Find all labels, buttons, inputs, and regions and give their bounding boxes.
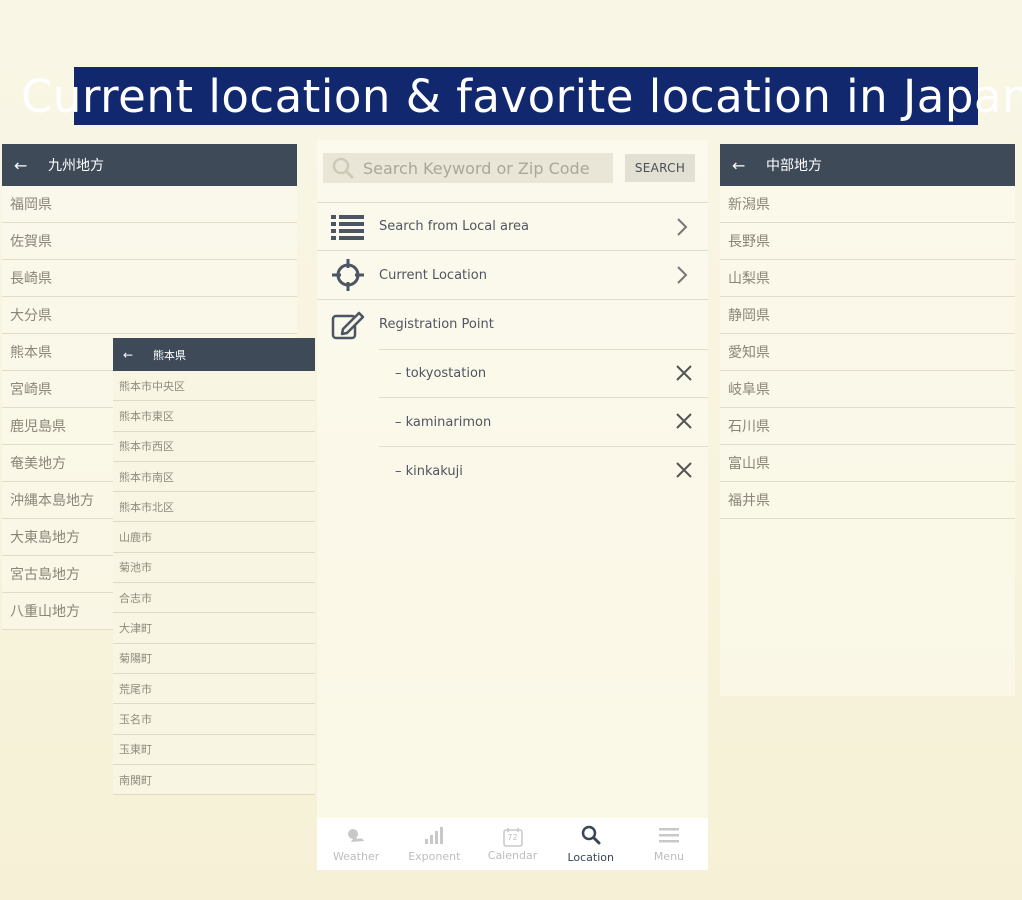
tab-weather-label: Weather	[332, 849, 380, 863]
registered-point-label: – kinkakuji	[395, 464, 463, 479]
registered-point-label: – kaminarimon	[395, 414, 492, 430]
list-item[interactable]: 福岡県	[2, 186, 297, 223]
list-item[interactable]: 熊本市北区	[113, 492, 315, 523]
list-item[interactable]: 長崎県	[2, 260, 297, 297]
kumamoto-title: 熊本県	[153, 348, 186, 362]
list-item[interactable]: 石川県	[720, 408, 1015, 445]
list-item[interactable]: 熊本市西区	[113, 432, 315, 462]
list-item[interactable]: 福井県	[720, 482, 1015, 519]
list-item[interactable]: 玉東町	[113, 735, 315, 765]
tab-exponent-label: Exponent	[408, 849, 461, 863]
back-arrow-icon[interactable]: ←	[14, 156, 48, 175]
list-item[interactable]: 菊陽町	[113, 644, 315, 674]
list-item[interactable]: 荒尾市	[113, 674, 315, 705]
list-item[interactable]: 山梨県	[720, 260, 1015, 297]
page-title: Current location & favorite location in …	[21, 69, 1022, 123]
chubu-region-panel: ← 中部地方 新潟県 長野県 山梨県 静岡県 愛知県 岐阜県 石川県 富山県 福…	[720, 144, 1015, 696]
list-item[interactable]: 大分県	[2, 297, 297, 334]
search-button[interactable]: SEARCH	[625, 154, 695, 182]
list-item[interactable]: 山鹿市	[113, 522, 315, 553]
kyushu-app-bar: ← 九州地方	[2, 144, 297, 186]
registered-point-item[interactable]: – kaminarimon	[379, 398, 708, 447]
search-bar: SEARCH	[323, 152, 703, 184]
chevron-right-icon	[676, 265, 688, 289]
tab-menu[interactable]: Menu	[630, 818, 708, 870]
list-item[interactable]: 玉名市	[113, 704, 315, 735]
kyushu-title: 九州地方	[48, 158, 104, 174]
search-icon	[323, 157, 363, 179]
list-item[interactable]: 熊本市南区	[113, 462, 315, 493]
list-item[interactable]: 長野県	[720, 223, 1015, 260]
bottom-tab-bar: Weather Exponent 72 Calendar Location Me…	[317, 818, 708, 870]
prefecture-list: 新潟県 長野県 山梨県 静岡県 愛知県 岐阜県 石川県 富山県 福井県	[720, 186, 1015, 519]
registration-point-item[interactable]: Registration Point	[317, 300, 708, 349]
close-icon[interactable]	[675, 461, 693, 483]
list-item[interactable]: 佐賀県	[2, 223, 297, 260]
tab-weather[interactable]: Weather	[317, 818, 395, 870]
list-item[interactable]: 熊本市東区	[113, 401, 315, 432]
list-item[interactable]: 熊本市中央区	[113, 371, 315, 402]
bar-chart-icon	[423, 826, 445, 848]
chevron-right-icon	[676, 217, 688, 241]
tab-location-label: Location	[567, 850, 614, 864]
list-item[interactable]: 岐阜県	[720, 371, 1015, 408]
list-item[interactable]: 菊池市	[113, 553, 315, 584]
close-icon[interactable]	[675, 412, 693, 434]
registration-point-label: Registration Point	[379, 317, 494, 332]
list-item[interactable]: 新潟県	[720, 186, 1015, 223]
hamburger-icon	[658, 826, 680, 848]
weather-icon	[345, 826, 367, 848]
list-item[interactable]: 静岡県	[720, 297, 1015, 334]
edit-icon	[317, 310, 379, 340]
search-field	[323, 153, 613, 183]
registered-point-item[interactable]: – kinkakuji	[379, 447, 708, 496]
page-title-banner: Current location & favorite location in …	[21, 67, 1022, 125]
chubu-app-bar: ← 中部地方	[720, 144, 1015, 186]
crosshair-icon	[317, 258, 379, 292]
tab-calendar-label: Calendar	[487, 848, 538, 862]
back-arrow-icon[interactable]: ←	[732, 156, 766, 175]
list-icon	[317, 213, 379, 241]
tab-location[interactable]: Location	[552, 818, 630, 870]
list-item[interactable]: 愛知県	[720, 334, 1015, 371]
list-item[interactable]: 富山県	[720, 445, 1015, 482]
tab-menu-label: Menu	[653, 849, 685, 863]
kumamoto-app-bar: ← 熊本県	[113, 338, 315, 371]
list-item[interactable]: 合志市	[113, 583, 315, 614]
calendar-day: 72	[507, 832, 518, 842]
tab-exponent[interactable]: Exponent	[395, 818, 473, 870]
registered-point-item[interactable]: – tokyostation	[379, 349, 708, 398]
tab-calendar[interactable]: 72 Calendar	[473, 818, 551, 870]
current-location-label: Current Location	[379, 267, 487, 283]
chubu-title: 中部地方	[766, 158, 822, 174]
search-icon	[580, 825, 602, 849]
kumamoto-panel: ← 熊本県 熊本市中央区 熊本市東区 熊本市西区 熊本市南区 熊本市北区 山鹿市…	[113, 338, 315, 796]
list-item[interactable]: 南関町	[113, 765, 315, 796]
location-screen: SEARCH Search from Local area	[317, 140, 708, 870]
city-list: 熊本市中央区 熊本市東区 熊本市西区 熊本市南区 熊本市北区 山鹿市 菊池市 合…	[113, 371, 315, 796]
current-location-item[interactable]: Current Location	[317, 251, 708, 300]
registered-point-label: – tokyostation	[395, 366, 487, 381]
search-local-area-label: Search from Local area	[379, 219, 529, 234]
search-local-area-item[interactable]: Search from Local area	[317, 202, 708, 251]
back-arrow-icon[interactable]: ←	[123, 348, 153, 362]
registered-points-list: – tokyostation – kaminarimon – kinkakuji	[379, 349, 708, 496]
close-icon[interactable]	[675, 364, 693, 386]
location-menu: Search from Local area Current Location	[317, 202, 708, 496]
calendar-icon: 72	[502, 827, 524, 847]
search-input[interactable]	[363, 158, 608, 178]
list-item[interactable]: 大津町	[113, 613, 315, 644]
